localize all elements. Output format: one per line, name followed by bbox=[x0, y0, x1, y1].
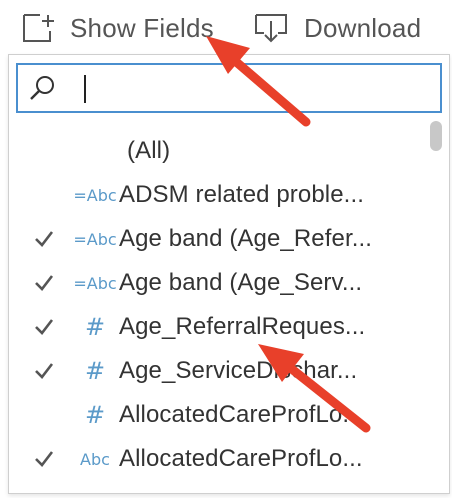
number-type-icon: # bbox=[84, 357, 106, 385]
list-item-label: Age_ServiceDischar... bbox=[119, 357, 358, 384]
show-fields-label: Show Fields bbox=[70, 12, 214, 43]
search-icon bbox=[30, 76, 54, 100]
list-item[interactable]: =Abc Age band (Age_Serv... bbox=[9, 261, 419, 305]
list-item-all[interactable]: (All) bbox=[9, 129, 419, 173]
scrollbar-track[interactable] bbox=[425, 117, 449, 493]
list-item-label: Age_ReferralReques... bbox=[119, 313, 366, 340]
download-icon bbox=[255, 14, 287, 43]
number-type-icon: # bbox=[84, 313, 106, 341]
string-type-icon: =Abc bbox=[73, 185, 117, 205]
show-fields-button[interactable]: Show Fields bbox=[20, 8, 214, 48]
checkmark-icon[interactable] bbox=[31, 437, 57, 481]
list-item[interactable]: =Abc ADSM related proble... bbox=[9, 173, 419, 217]
toolbar: Show Fields Download bbox=[0, 0, 452, 54]
field-list: (All) =Abc ADSM related proble... =Abc A… bbox=[9, 129, 419, 493]
checkmark-icon[interactable] bbox=[31, 305, 57, 349]
string-type-icon: =Abc bbox=[73, 229, 117, 249]
list-item-label: ADSM related proble... bbox=[119, 181, 364, 208]
list-item-label: AllocatedCareProfLo... bbox=[119, 445, 363, 472]
fields-dropdown-panel: (All) =Abc ADSM related proble... =Abc A… bbox=[8, 54, 450, 494]
checkmark-icon[interactable] bbox=[31, 261, 57, 305]
checkmark-icon[interactable] bbox=[31, 217, 57, 261]
download-button[interactable]: Download bbox=[254, 8, 421, 48]
scrollbar-thumb[interactable] bbox=[430, 121, 442, 151]
list-item[interactable]: =Abc Age band (Age_Refer... bbox=[9, 217, 419, 261]
list-item[interactable]: # Age_ServiceDischar... bbox=[9, 349, 419, 393]
download-label: Download bbox=[304, 12, 422, 43]
search-box[interactable] bbox=[16, 63, 442, 113]
show-fields-popup-screen: Show Fields Download (All) =Abc ADSM rel… bbox=[0, 0, 452, 498]
search-input[interactable] bbox=[72, 73, 416, 103]
list-item-label: AllocatedCareProfLo... bbox=[119, 401, 363, 428]
checkmark-icon[interactable] bbox=[31, 349, 57, 393]
text-caret bbox=[84, 75, 86, 103]
list-item[interactable]: # AllocatedCareProfLo... bbox=[9, 393, 419, 437]
list-item-label: Age band (Age_Refer... bbox=[119, 225, 373, 252]
list-item[interactable]: Abc AllocatedCareProfLo... bbox=[9, 437, 419, 481]
number-type-icon: # bbox=[84, 401, 106, 429]
string-type-icon: Abc bbox=[80, 449, 110, 469]
list-item[interactable]: # Age_ReferralReques... bbox=[9, 305, 419, 349]
list-item-label: (All) bbox=[127, 137, 171, 164]
add-box-icon bbox=[23, 14, 54, 42]
string-type-icon: =Abc bbox=[73, 273, 117, 293]
list-item-label: Age band (Age_Serv... bbox=[119, 269, 363, 296]
